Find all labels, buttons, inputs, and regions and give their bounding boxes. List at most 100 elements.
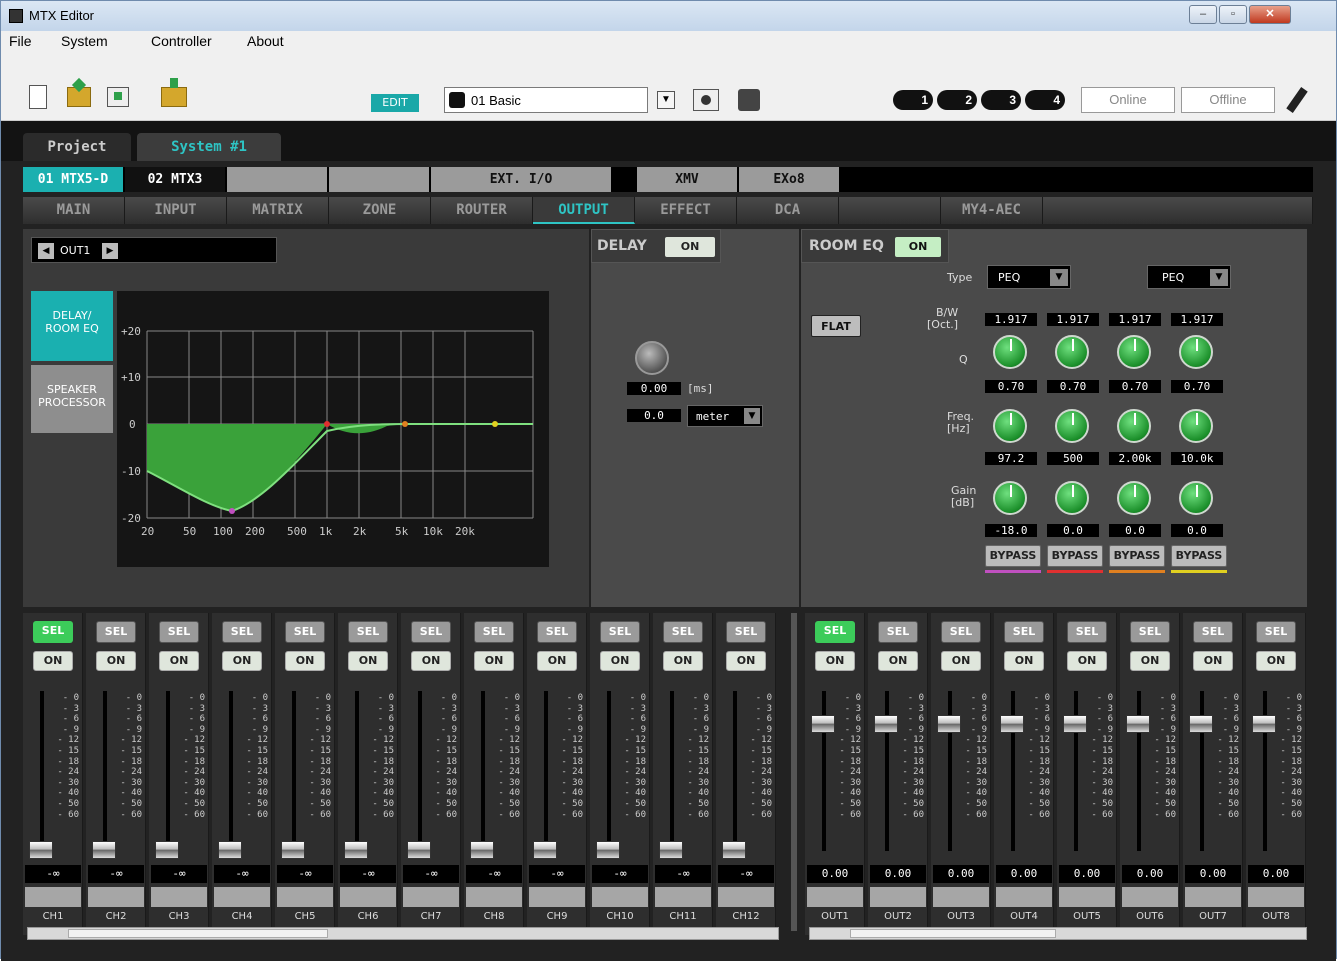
fader-track[interactable]: [733, 691, 737, 851]
fader-knob[interactable]: [344, 841, 368, 859]
fader-knob[interactable]: [874, 715, 898, 733]
fader-knob[interactable]: [659, 841, 683, 859]
fader-track[interactable]: [166, 691, 170, 851]
scale-tick: - 15: [624, 745, 646, 756]
on-button[interactable]: ON: [663, 651, 703, 671]
sel-button[interactable]: SEL: [726, 621, 766, 643]
fader-track[interactable]: [229, 691, 233, 851]
channel-name-box[interactable]: [277, 887, 333, 907]
sel-button[interactable]: SEL: [1193, 621, 1233, 643]
sel-button[interactable]: SEL: [348, 621, 388, 643]
fader-track[interactable]: [544, 691, 548, 851]
on-button[interactable]: ON: [726, 651, 766, 671]
channel-name-box[interactable]: [1248, 887, 1304, 907]
on-button[interactable]: ON: [1193, 651, 1233, 671]
channel-name-box[interactable]: [592, 887, 648, 907]
scale-tick: - 6: [844, 714, 861, 725]
channel-name-box[interactable]: [214, 887, 270, 907]
sel-button[interactable]: SEL: [600, 621, 640, 643]
on-button[interactable]: ON: [1256, 651, 1296, 671]
channel-name-box[interactable]: [88, 887, 144, 907]
fader-track[interactable]: [418, 691, 422, 851]
sel-button[interactable]: SEL: [878, 621, 918, 643]
on-button[interactable]: ON: [348, 651, 388, 671]
sel-button[interactable]: SEL: [1067, 621, 1107, 643]
on-button[interactable]: ON: [941, 651, 981, 671]
fader-knob[interactable]: [811, 715, 835, 733]
sel-button[interactable]: SEL: [663, 621, 703, 643]
channel-name-box[interactable]: [1185, 887, 1241, 907]
fader-track[interactable]: [292, 691, 296, 851]
fader-knob[interactable]: [281, 841, 305, 859]
fader-knob[interactable]: [1189, 715, 1213, 733]
channel-name-box[interactable]: [807, 887, 863, 907]
fader-knob[interactable]: [407, 841, 431, 859]
sel-button[interactable]: SEL: [96, 621, 136, 643]
sel-button[interactable]: SEL: [222, 621, 262, 643]
sel-button[interactable]: SEL: [537, 621, 577, 643]
fader-knob[interactable]: [722, 841, 746, 859]
channel-name-box[interactable]: [933, 887, 989, 907]
on-button[interactable]: ON: [159, 651, 199, 671]
channel-name-box[interactable]: [718, 887, 774, 907]
fader-track[interactable]: [103, 691, 107, 851]
sel-button[interactable]: SEL: [285, 621, 325, 643]
channel-name-box[interactable]: [1122, 887, 1178, 907]
on-button[interactable]: ON: [600, 651, 640, 671]
channel-name-box[interactable]: [466, 887, 522, 907]
on-button[interactable]: ON: [96, 651, 136, 671]
channel-name-box[interactable]: [151, 887, 207, 907]
fader-knob[interactable]: [937, 715, 961, 733]
input-scroll-thumb[interactable]: [68, 929, 328, 938]
fader-knob[interactable]: [29, 841, 53, 859]
on-button[interactable]: ON: [411, 651, 451, 671]
input-scrollbar[interactable]: [27, 927, 779, 940]
on-button[interactable]: ON: [815, 651, 855, 671]
on-button[interactable]: ON: [537, 651, 577, 671]
on-button[interactable]: ON: [1067, 651, 1107, 671]
sel-button[interactable]: SEL: [815, 621, 855, 643]
on-button[interactable]: ON: [878, 651, 918, 671]
on-button[interactable]: ON: [285, 651, 325, 671]
channel-name-box[interactable]: [655, 887, 711, 907]
sel-button[interactable]: SEL: [1130, 621, 1170, 643]
on-button[interactable]: ON: [33, 651, 73, 671]
on-button[interactable]: ON: [1130, 651, 1170, 671]
fader-track[interactable]: [481, 691, 485, 851]
channel-name-box[interactable]: [996, 887, 1052, 907]
sel-button[interactable]: SEL: [411, 621, 451, 643]
sel-button[interactable]: SEL: [1004, 621, 1044, 643]
fader-track[interactable]: [355, 691, 359, 851]
sel-button[interactable]: SEL: [33, 621, 73, 643]
fader-track[interactable]: [40, 691, 44, 851]
channel-name-box[interactable]: [1059, 887, 1115, 907]
on-button[interactable]: ON: [474, 651, 514, 671]
fader-knob[interactable]: [470, 841, 494, 859]
channel-name-box[interactable]: [340, 887, 396, 907]
fader-knob[interactable]: [218, 841, 242, 859]
sel-button[interactable]: SEL: [941, 621, 981, 643]
fader-knob[interactable]: [1126, 715, 1150, 733]
channel-name-box[interactable]: [403, 887, 459, 907]
sel-button[interactable]: SEL: [1256, 621, 1296, 643]
channel-name-box[interactable]: [25, 887, 81, 907]
fader-knob[interactable]: [596, 841, 620, 859]
on-button[interactable]: ON: [222, 651, 262, 671]
fader-track[interactable]: [607, 691, 611, 851]
sel-button[interactable]: SEL: [159, 621, 199, 643]
channel-name-box[interactable]: [529, 887, 585, 907]
output-scroll-thumb[interactable]: [850, 929, 1056, 938]
on-button[interactable]: ON: [1004, 651, 1044, 671]
fader-track[interactable]: [670, 691, 674, 851]
fader-knob[interactable]: [155, 841, 179, 859]
output-scrollbar[interactable]: [809, 927, 1307, 940]
scale-tick: - 3: [1222, 703, 1239, 714]
sel-button[interactable]: SEL: [474, 621, 514, 643]
fader-knob[interactable]: [533, 841, 557, 859]
fader-knob[interactable]: [1252, 715, 1276, 733]
fader-knob[interactable]: [1000, 715, 1024, 733]
fader-knob[interactable]: [92, 841, 116, 859]
output-strip: SEL ON - 0- 3- 6- 9- 12- 15- 18- 24- 30- 4…: [994, 613, 1054, 935]
channel-name-box[interactable]: [870, 887, 926, 907]
fader-knob[interactable]: [1063, 715, 1087, 733]
